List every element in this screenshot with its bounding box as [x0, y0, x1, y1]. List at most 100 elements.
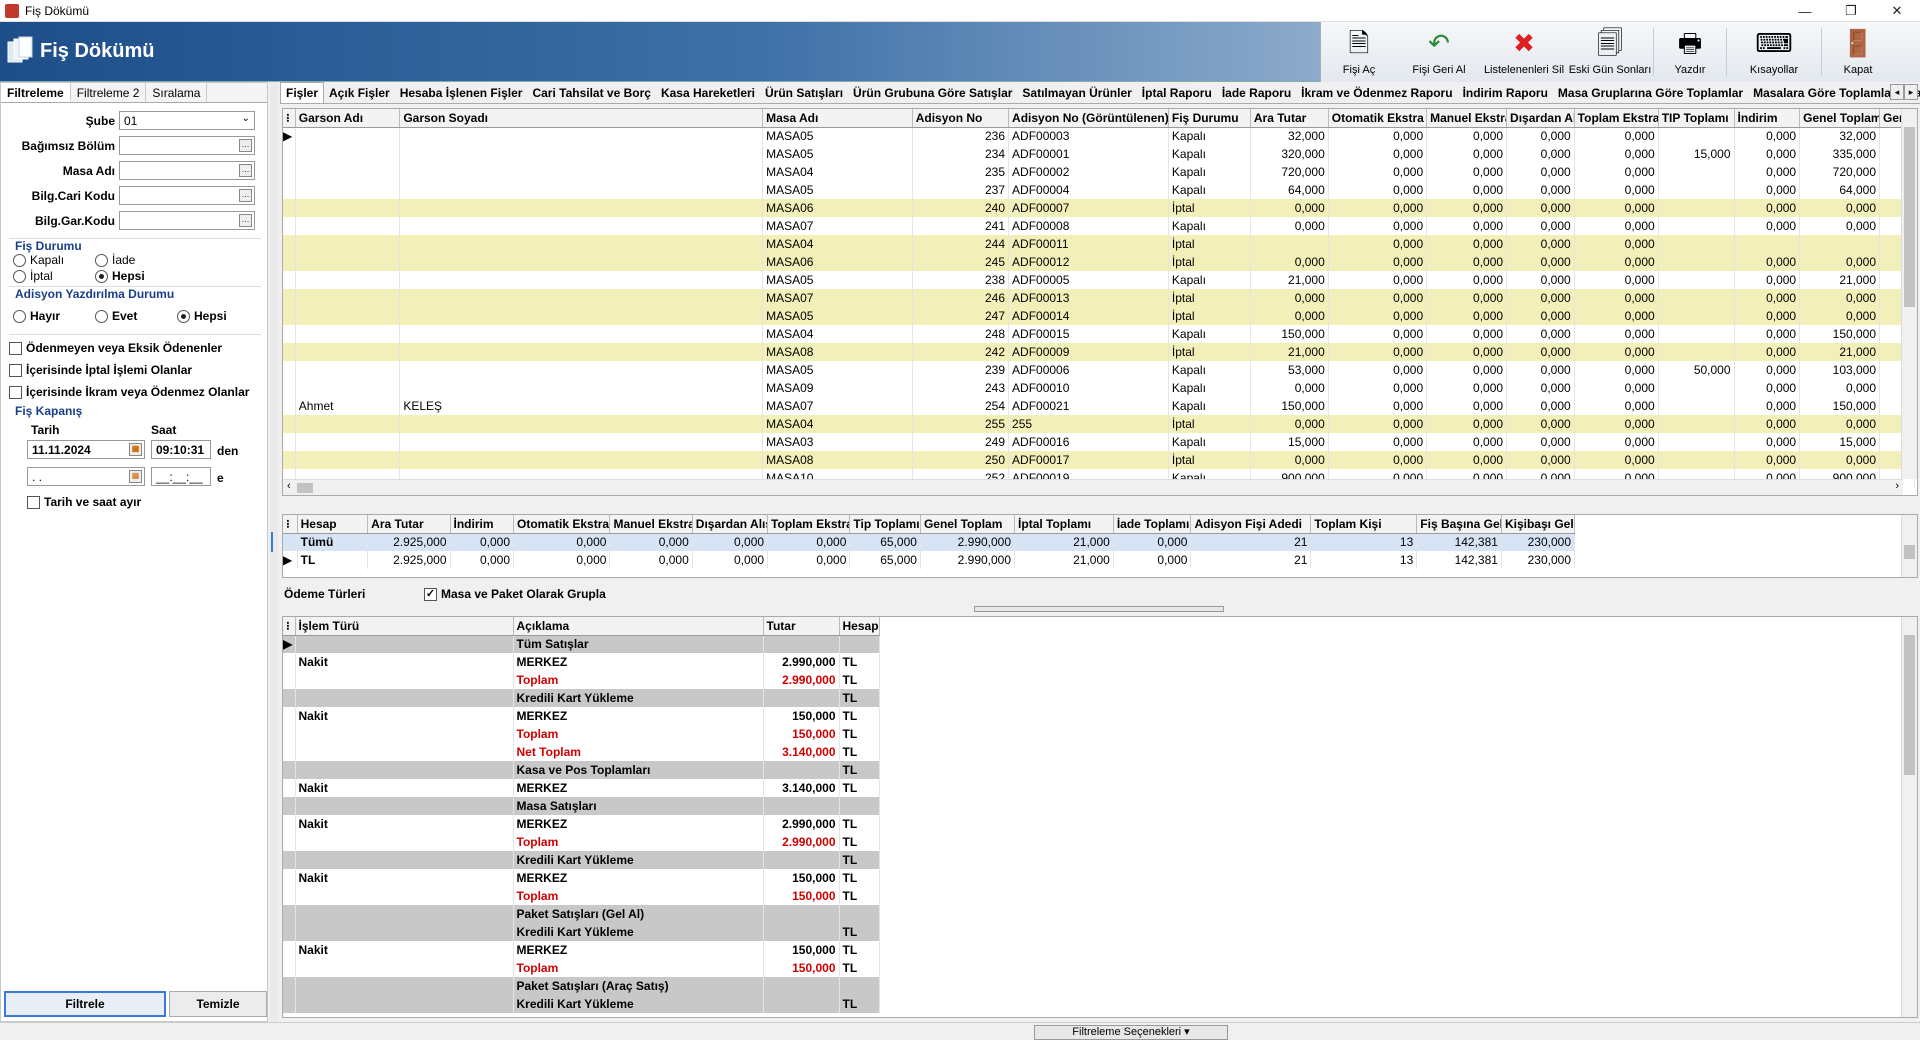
- column-header[interactable]: Tip Toplamı: [849, 515, 921, 534]
- table-row[interactable]: MASA08 250 ADF00017 İptal 0,000 0,000 0,000 0,0…: [283, 451, 1915, 469]
- report-tab-10[interactable]: İkram ve Ödenmez Raporu: [1296, 83, 1457, 103]
- tab-prev-icon[interactable]: ◂: [1890, 84, 1904, 100]
- column-header[interactable]: Hesap: [297, 515, 369, 534]
- column-header[interactable]: Garson Soyadı: [399, 109, 764, 128]
- radio-hepsi-yazdirma[interactable]: Hepsi: [177, 309, 227, 323]
- report-tab-12[interactable]: Masa Gruplarına Göre Toplamlar: [1553, 83, 1748, 103]
- column-header[interactable]: İade Toplamı: [1113, 515, 1192, 534]
- cari-input[interactable]: …: [119, 186, 255, 205]
- bagimsiz-input[interactable]: …: [119, 136, 255, 155]
- table-row[interactable]: MASA06 240 ADF00007 İptal 0,000 0,000 0,000 0,0…: [283, 199, 1915, 217]
- payment-row[interactable]: Toplam 150,000 TL: [283, 725, 880, 743]
- column-header[interactable]: Kişibaşı Gelir: [1501, 515, 1576, 534]
- column-header[interactable]: Ara Tutar: [1250, 109, 1329, 128]
- report-tab-13[interactable]: Masalara Göre Toplamlar: [1748, 83, 1901, 103]
- column-header[interactable]: Açıklama: [513, 617, 764, 636]
- checkbox-odenmeyen[interactable]: Ödenmeyen veya Eksik Ödenenler: [9, 341, 222, 355]
- report-tab-9[interactable]: İade Raporu: [1217, 83, 1296, 103]
- payment-row[interactable]: Kredili Kart Yükleme TL: [283, 851, 880, 869]
- column-header[interactable]: Ara Tutar: [367, 515, 451, 534]
- saat-end-input[interactable]: __:__:__: [151, 467, 211, 486]
- toolbar-button-5[interactable]: ⌨ Kısayollar: [1727, 22, 1821, 82]
- column-header[interactable]: Adisyon Fişi Adedi: [1190, 515, 1312, 534]
- calendar-icon[interactable]: ▦: [129, 470, 142, 483]
- column-header[interactable]: Toplam Ekstra: [1574, 109, 1659, 128]
- tarih-start-input[interactable]: 11.11.2024 ▦: [27, 440, 145, 459]
- radio-iptal[interactable]: İptal: [13, 269, 53, 283]
- toolbar-button-6[interactable]: 🚪 Kapat: [1822, 22, 1894, 82]
- receipts-hscroll[interactable]: ‹ ›: [283, 479, 1903, 495]
- payment-row[interactable]: Toplam 150,000 TL: [283, 887, 880, 905]
- summary-vscroll[interactable]: [1901, 515, 1917, 577]
- column-header[interactable]: İndirim: [1734, 109, 1801, 128]
- payment-row[interactable]: Paket Satışları (Gel Al): [283, 905, 880, 923]
- close-window-button[interactable]: ✕: [1874, 0, 1920, 22]
- ellipsis-icon[interactable]: …: [239, 189, 252, 202]
- payment-row[interactable]: Kredili Kart Yükleme TL: [283, 689, 880, 707]
- column-header[interactable]: Dışardan Alış: [1506, 109, 1575, 128]
- payment-row[interactable]: Toplam 2.990,000 TL: [283, 833, 880, 851]
- column-header[interactable]: Toplam Kişi: [1310, 515, 1418, 534]
- payment-row[interactable]: Net Toplam 3.140,000 TL: [283, 743, 880, 761]
- radio-kapali[interactable]: Kapalı: [13, 253, 64, 267]
- report-tab-6[interactable]: Ürün Grubuna Göre Satışlar: [848, 83, 1017, 103]
- table-row[interactable]: MASA06 245 ADF00012 İptal 0,000 0,000 0,000 0,0…: [283, 253, 1915, 271]
- toolbar-button-1[interactable]: ↶ Fişi Geri Al: [1397, 22, 1481, 82]
- restore-button[interactable]: ❐: [1828, 0, 1874, 22]
- scroll-right-icon[interactable]: ›: [1895, 480, 1899, 492]
- minimize-button[interactable]: —: [1782, 0, 1828, 22]
- report-tab-11[interactable]: İndirim Raporu: [1458, 83, 1553, 103]
- report-tab-2[interactable]: Hesaba İşlenen Fişler: [395, 83, 528, 103]
- payment-row[interactable]: Nakit MERKEZ 150,000 TL: [283, 941, 880, 959]
- column-header[interactable]: Adisyon No: [912, 109, 1010, 128]
- table-row[interactable]: MASA04 248 ADF00015 Kapalı 150,000 0,000 0,000…: [283, 325, 1915, 343]
- table-row[interactable]: MASA09 243 ADF00010 Kapalı 0,000 0,000 0,000 0,…: [283, 379, 1915, 397]
- table-row[interactable]: MASA04 255 255 İptal 0,000 0,000 0,000 0,000 0,0…: [283, 415, 1915, 433]
- column-header[interactable]: İndirim: [450, 515, 515, 534]
- column-header[interactable]: Garson Adı: [295, 109, 401, 128]
- column-header[interactable]: İşlem Türü: [295, 617, 514, 636]
- table-row[interactable]: MASA05 239 ADF00006 Kapalı 53,000 0,000 0,000 0…: [283, 361, 1915, 379]
- payment-row[interactable]: Toplam 150,000 TL: [283, 959, 880, 977]
- tarih-end-input[interactable]: . . ▦: [27, 467, 145, 486]
- column-header[interactable]: İptal Toplamı: [1014, 515, 1114, 534]
- summary-row[interactable]: ▶ TL 2.925,000 0,000 0,000 0,000 0,000 0,000 65,…: [283, 551, 1576, 569]
- scroll-left-icon[interactable]: ‹: [287, 480, 291, 492]
- gar-input[interactable]: …: [119, 211, 255, 230]
- column-header[interactable]: Adisyon No (Görüntülenen): [1008, 109, 1169, 128]
- payment-row[interactable]: ▶ Tüm Satışlar: [283, 635, 880, 653]
- table-row[interactable]: MASA05 234 ADF00001 Kapalı 320,000 0,000 0,000…: [283, 145, 1915, 163]
- column-header[interactable]: Manuel Ekstra: [1426, 109, 1508, 128]
- tab-filtreleme[interactable]: Filtreleme: [1, 83, 71, 102]
- ellipsis-icon[interactable]: …: [239, 164, 252, 177]
- ellipsis-icon[interactable]: …: [239, 139, 252, 152]
- column-header[interactable]: Otomatik Ekstra: [1328, 109, 1428, 128]
- radio-hayir[interactable]: Hayır: [13, 309, 60, 323]
- receipts-vscroll[interactable]: [1901, 109, 1917, 479]
- payment-row[interactable]: Nakit MERKEZ 2.990,000 TL: [283, 815, 880, 833]
- report-tab-7[interactable]: Satılmayan Ürünler: [1017, 83, 1136, 103]
- column-header[interactable]: Genel Toplam: [920, 515, 1016, 534]
- table-row[interactable]: MASA05 247 ADF00014 İptal 0,000 0,000 0,000 0,0…: [283, 307, 1915, 325]
- filter-options-button[interactable]: Filtreleme Seçenekleri ▾: [1034, 1025, 1228, 1040]
- radio-hepsi[interactable]: Hepsi: [95, 269, 145, 283]
- payment-row[interactable]: Kredili Kart Yükleme TL: [283, 923, 880, 941]
- table-row[interactable]: MASA04 235 ADF00002 Kapalı 720,000 0,000 0,000…: [283, 163, 1915, 181]
- checkbox-tarih-saat-ayir[interactable]: Tarih ve saat ayır: [27, 495, 141, 509]
- toolbar-button-3[interactable]: 🗐 Eski Gün Sonları: [1567, 22, 1653, 82]
- saat-start-input[interactable]: 09:10:31: [151, 440, 211, 459]
- payment-row[interactable]: Masa Satışları: [283, 797, 880, 815]
- column-header[interactable]: TIP Toplamı: [1658, 109, 1735, 128]
- payment-row[interactable]: Nakit MERKEZ 150,000 TL: [283, 707, 880, 725]
- table-row[interactable]: MASA05 237 ADF00004 Kapalı 64,000 0,000 0,000 0…: [283, 181, 1915, 199]
- ellipsis-icon[interactable]: …: [239, 214, 252, 227]
- column-header[interactable]: Tutar: [763, 617, 840, 636]
- payment-vscroll[interactable]: [1901, 617, 1917, 1017]
- table-row[interactable]: ▶ MASA05 236 ADF00003 Kapalı 32,000 0,000 0,000…: [283, 127, 1915, 145]
- checkbox-group-table-package[interactable]: ✓ Masa ve Paket Olarak Grupla: [424, 587, 606, 601]
- calendar-icon[interactable]: ▦: [129, 443, 142, 456]
- payment-row[interactable]: Kasa ve Pos Toplamları TL: [283, 761, 880, 779]
- column-header[interactable]: Fiş Başına Gelir: [1416, 515, 1502, 534]
- temizle-button[interactable]: Temizle: [169, 991, 267, 1017]
- payment-row[interactable]: Nakit MERKEZ 150,000 TL: [283, 869, 880, 887]
